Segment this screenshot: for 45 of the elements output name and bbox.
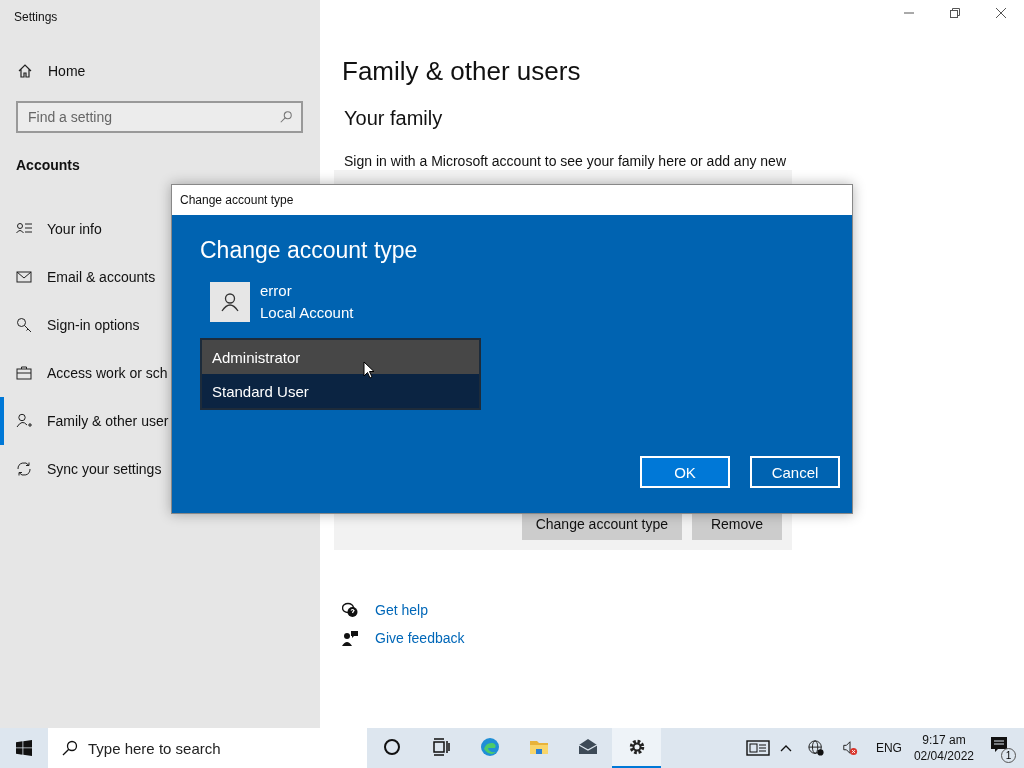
page-title: Family & other users [342, 56, 582, 87]
description-text: Sign in with a Microsoft account to see your family here or add any new [344, 152, 787, 170]
language-indicator[interactable]: ENG [875, 741, 902, 755]
list-option[interactable]: Standard User [202, 374, 479, 408]
dialog-heading: Change account type [200, 237, 419, 264]
task-view-icon [430, 737, 451, 757]
cancel-button[interactable]: Cancel [750, 456, 840, 488]
avatar-icon [210, 282, 250, 322]
window-title: Settings [13, 9, 59, 24]
taskbar-search-field[interactable]: Type here to search [48, 728, 367, 768]
home-link[interactable]: Home [48, 63, 86, 79]
envelope-icon [16, 269, 32, 285]
clock[interactable]: 9:17 am 02/04/2022 [913, 732, 974, 764]
dialog-title: Change account type [172, 185, 852, 215]
help-chat-icon [342, 602, 358, 618]
search-field[interactable]: Find a setting [16, 101, 303, 133]
help-link[interactable]: Get help [375, 602, 428, 618]
briefcase-icon [16, 365, 32, 381]
notification-icon[interactable] [990, 736, 1008, 754]
news-icon[interactable] [745, 740, 770, 756]
section-heading: Your family [344, 107, 444, 130]
section-heading: Accounts [16, 157, 81, 173]
mouse-cursor-icon [363, 361, 375, 379]
windows-logo-icon[interactable] [16, 740, 32, 756]
browser-icon [479, 737, 500, 757]
user-name: error [260, 281, 293, 301]
person-add-icon [16, 413, 32, 429]
home-icon [17, 63, 33, 79]
account-type-text: Local Account [260, 303, 354, 323]
close-icon[interactable] [996, 8, 1006, 18]
list-option[interactable]: Administrator [202, 340, 479, 374]
feedback-person-icon [342, 630, 358, 646]
sync-icon [16, 461, 32, 477]
chevron-up-icon[interactable] [779, 744, 792, 752]
ok-button[interactable]: OK [640, 456, 730, 488]
sidebar-item[interactable]: Sync your settings [0, 445, 320, 493]
cortana-circle-icon [381, 737, 402, 757]
notification-count: 1 [1001, 748, 1016, 763]
taskbar-app[interactable] [612, 728, 661, 768]
feedback-link[interactable]: Give feedback [375, 630, 465, 646]
key-icon [16, 317, 32, 333]
search-icon [62, 740, 78, 756]
search-icon [279, 110, 293, 124]
envelope-icon [577, 737, 598, 757]
restore-icon[interactable] [950, 8, 960, 18]
